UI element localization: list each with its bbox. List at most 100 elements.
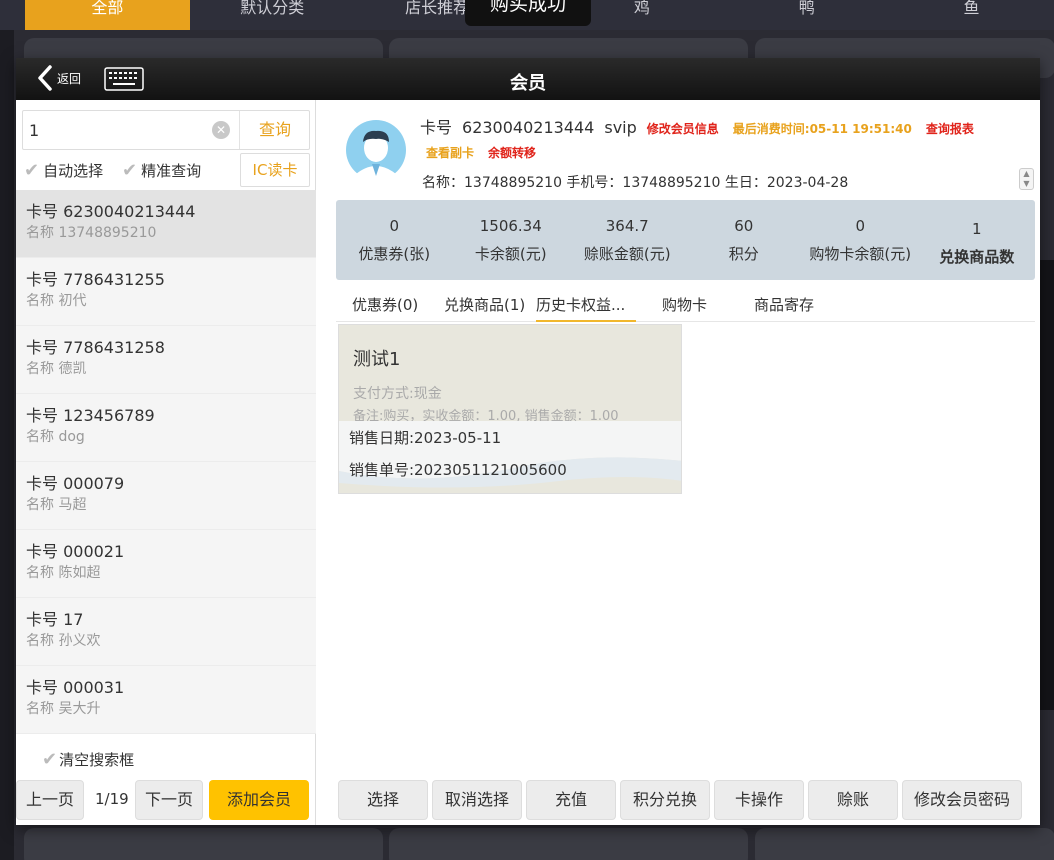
balance-transfer-link[interactable]: 余额转移 (488, 144, 536, 161)
check-icon: ✔ (24, 160, 40, 181)
member-name: 名称 13748895210 (26, 225, 157, 241)
detail-tabs: 优惠券(0) 兑换商品(1) 历史卡权益... 购物卡 商品寄存 (336, 288, 1035, 322)
exact-query-option[interactable]: ✔ 精准查询 (122, 160, 201, 181)
query-report-link[interactable]: 查询报表 (926, 120, 974, 137)
stat-value: 364.7 (605, 217, 649, 235)
card-number: 6230040213444 (462, 118, 595, 137)
stat-label: 优惠券(张) (358, 245, 431, 263)
clear-search-label: 清空搜索框 (59, 751, 135, 769)
member-name: 名称 吴大升 (26, 701, 101, 717)
clear-input-icon[interactable]: ✕ (212, 121, 230, 139)
member-list: 卡号 6230040213444 名称 13748895210 卡号 77864… (16, 190, 316, 734)
category-default[interactable]: 默认分类 (190, 0, 355, 30)
auto-select-label: 自动选择 (43, 162, 104, 180)
search-box: ✕ 查询 (22, 110, 310, 150)
next-page-button[interactable]: 下一页 (135, 780, 203, 820)
member-list-item[interactable]: 卡号 000021 名称 陈如超 (16, 530, 316, 598)
member-name: 名称 陈如超 (26, 565, 101, 581)
member-list-item[interactable]: 卡号 000079 名称 马超 (16, 462, 316, 530)
member-name: 名称 德凯 (26, 361, 87, 377)
member-list-item[interactable]: 卡号 17 名称 孙义欢 (16, 598, 316, 666)
auto-select-option[interactable]: ✔ 自动选择 (24, 160, 103, 181)
history-card-title: 测试1 (353, 349, 401, 370)
member-level: svip (604, 118, 637, 137)
stats-panel: 0 优惠券(张) 1506.34 卡余额(元) 364.7 赊账金额(元) 60… (336, 200, 1035, 280)
search-button[interactable]: 查询 (239, 111, 310, 149)
payment-method: 支付方式:现金 (353, 386, 442, 402)
toast-message: 购买成功 (465, 0, 591, 26)
tab-coupons[interactable]: 优惠券(0) (352, 294, 418, 322)
stat-label: 兑换商品数 (939, 248, 1015, 266)
stat-label: 卡余额(元) (474, 245, 547, 263)
member-card-no: 卡号 17 (26, 610, 84, 629)
change-password-button[interactable]: 修改会员密码 (902, 780, 1022, 820)
member-list-item[interactable]: 卡号 7786431255 名称 初代 (16, 258, 316, 326)
modal-header: 返回 会员 (16, 58, 1040, 100)
sale-date: 销售日期:2023-05-11 (349, 429, 502, 447)
background-edge (1040, 260, 1054, 710)
search-input[interactable] (23, 111, 239, 149)
card-label: 卡号 (420, 118, 453, 137)
member-card-no: 卡号 7786431258 (26, 338, 165, 357)
stat-value: 60 (734, 217, 754, 235)
check-icon: ✔ (42, 749, 58, 770)
select-button[interactable]: 选择 (338, 780, 428, 820)
background-product-card (755, 828, 1054, 860)
category-duck[interactable]: 鸭 (724, 0, 889, 30)
stat-redeemed-goods: 1 兑换商品数 (919, 200, 1036, 280)
tab-shopping-card[interactable]: 购物卡 (662, 294, 707, 322)
category-all[interactable]: 全部 (25, 0, 190, 30)
member-links: 查看副卡 余额转移 (426, 144, 550, 161)
stat-value: 0 (389, 217, 400, 235)
member-card-no: 卡号 7786431255 (26, 270, 165, 289)
member-card-no: 卡号 6230040213444 (26, 202, 196, 221)
credit-button[interactable]: 赊账 (808, 780, 898, 820)
stat-value: 0 (855, 217, 866, 235)
background-product-card (389, 828, 748, 860)
view-sub-card-link[interactable]: 查看副卡 (426, 144, 474, 161)
edit-member-link[interactable]: 修改会员信息 (647, 120, 719, 137)
stat-shopping-card-balance: 0 购物卡余额(元) (802, 200, 919, 280)
check-icon: ✔ (122, 160, 138, 181)
stat-value: 1506.34 (479, 217, 542, 235)
member-header-line: 卡号 6230040213444 svip 修改会员信息 最后消费时间:05-1… (420, 114, 974, 138)
member-card-no: 卡号 000031 (26, 678, 125, 697)
clear-search-option[interactable]: ✔ 清空搜索框 (42, 749, 134, 770)
stat-label: 积分 (728, 245, 759, 263)
member-list-item[interactable]: 卡号 000031 名称 吴大升 (16, 666, 316, 734)
card-operation-button[interactable]: 卡操作 (714, 780, 804, 820)
scroll-arrows-icon[interactable]: ▲ ▼ (1019, 168, 1034, 190)
modal-title: 会员 (510, 73, 546, 94)
member-list-pane: ✕ 查询 ✔ 自动选择 ✔ 精准查询 IC读卡 卡号 6230040213444… (16, 100, 316, 825)
sale-number: 销售单号:2023051121005600 (349, 461, 567, 479)
tab-goods-storage[interactable]: 商品寄存 (754, 294, 814, 322)
ic-card-read-button[interactable]: IC读卡 (240, 153, 310, 187)
member-name: 名称 孙义欢 (26, 633, 101, 649)
stat-credit-amount: 364.7 赊账金额(元) (569, 200, 686, 280)
member-card-no: 卡号 123456789 (26, 406, 155, 425)
background-edge (0, 30, 14, 860)
stat-label: 购物卡余额(元) (809, 245, 912, 263)
exact-query-label: 精准查询 (141, 162, 202, 180)
stat-value: 1 (971, 220, 982, 238)
cancel-select-button[interactable]: 取消选择 (432, 780, 522, 820)
prev-page-button[interactable]: 上一页 (16, 780, 84, 820)
history-card-item[interactable]: 测试1 支付方式:现金 备注:购买，实收金额：1.00, 销售金额：1.00 销… (338, 324, 682, 494)
points-redeem-button[interactable]: 积分兑换 (620, 780, 710, 820)
tab-history-card-rights[interactable]: 历史卡权益... (536, 294, 636, 322)
member-card-no: 卡号 000021 (26, 542, 125, 561)
member-list-item[interactable]: 卡号 6230040213444 名称 13748895210 (16, 190, 316, 258)
member-list-item[interactable]: 卡号 123456789 名称 dog (16, 394, 316, 462)
stat-label: 赊账金额(元) (583, 245, 671, 263)
stat-card-balance: 1506.34 卡余额(元) (453, 200, 570, 280)
member-modal: 返回 会员 ✕ 查询 ✔ 自动选择 ✔ 精准查询 IC读卡 (16, 58, 1040, 825)
category-fish[interactable]: 鱼 (889, 0, 1054, 30)
member-name: 名称 初代 (26, 293, 87, 309)
recharge-button[interactable]: 充值 (526, 780, 616, 820)
stat-points: 60 积分 (686, 200, 803, 280)
member-info-line: 名称：13748895210 手机号：13748895210 生日：2023-0… (422, 175, 849, 191)
tab-redeemed-goods[interactable]: 兑换商品(1) (444, 294, 525, 322)
stat-coupons: 0 优惠券(张) (336, 200, 453, 280)
add-member-button[interactable]: 添加会员 (209, 780, 309, 820)
member-list-item[interactable]: 卡号 7786431258 名称 德凯 (16, 326, 316, 394)
